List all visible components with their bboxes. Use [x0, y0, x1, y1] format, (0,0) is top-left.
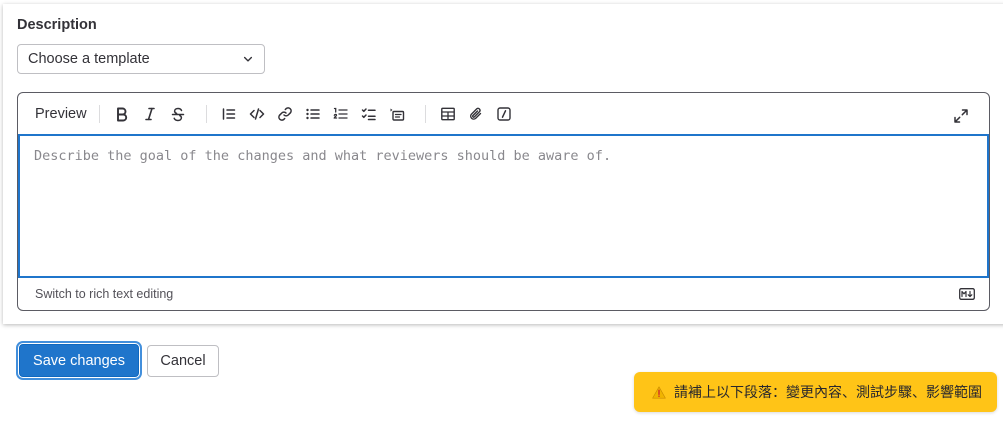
attach-file-icon[interactable]	[464, 102, 488, 126]
link-icon[interactable]	[273, 102, 297, 126]
template-select-value: Choose a template	[28, 51, 150, 67]
strikethrough-icon[interactable]	[166, 102, 190, 126]
editor-toolbar: Preview	[18, 93, 989, 134]
warning-icon	[652, 386, 666, 398]
slash-command-icon[interactable]	[492, 102, 516, 126]
bold-icon[interactable]	[110, 102, 134, 126]
editor-footer: Switch to rich text editing	[18, 278, 989, 310]
cancel-button[interactable]: Cancel	[147, 345, 219, 377]
chevron-down-icon	[243, 56, 253, 62]
toast-message: 請補上以下段落：變更內容、測試步驟、影響範圍	[674, 384, 982, 400]
quote-icon[interactable]	[217, 102, 241, 126]
collapsible-section-icon[interactable]	[385, 102, 409, 126]
code-icon[interactable]	[245, 102, 269, 126]
markdown-icon	[959, 288, 975, 300]
template-select[interactable]: Choose a template	[17, 44, 265, 74]
markdown-editor: Preview Describe the goal of the changes…	[17, 92, 990, 311]
numbered-list-icon[interactable]	[329, 102, 353, 126]
bullet-list-icon[interactable]	[301, 102, 325, 126]
description-textarea-frame	[18, 134, 989, 278]
preview-tab[interactable]: Preview	[35, 106, 87, 122]
fullscreen-icon[interactable]	[949, 104, 973, 128]
warning-toast: 請補上以下段落：變更內容、測試步驟、影響範圍	[634, 372, 997, 412]
italic-icon[interactable]	[138, 102, 162, 126]
toolbar-divider	[98, 104, 100, 123]
switch-to-rich-text-link[interactable]: Switch to rich text editing	[35, 287, 173, 301]
toolbar-divider	[205, 104, 207, 123]
save-changes-button[interactable]: Save changes	[19, 344, 139, 377]
toolbar-divider	[424, 104, 426, 123]
table-icon[interactable]	[436, 102, 460, 126]
description-textarea[interactable]	[20, 136, 987, 276]
task-list-icon[interactable]	[357, 102, 381, 126]
description-label: Description	[17, 17, 97, 33]
